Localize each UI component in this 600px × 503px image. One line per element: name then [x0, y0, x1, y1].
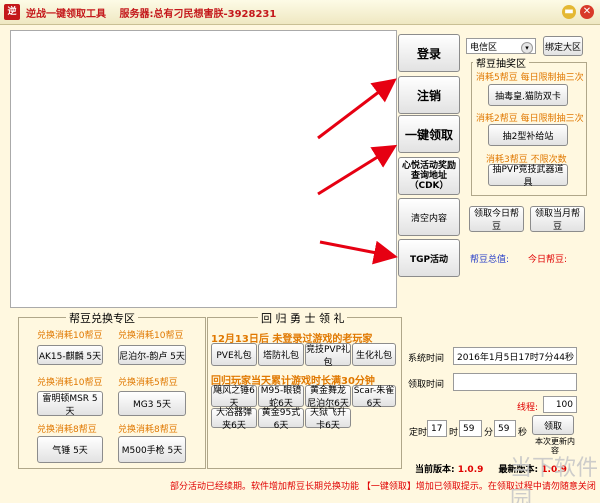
- tower-pack-button[interactable]: 塔防礼包: [258, 343, 304, 366]
- server-select-value: 电信区: [470, 42, 498, 53]
- exchange-button-3[interactable]: 雷明顿MSR 5天: [37, 391, 103, 417]
- exchange-title: 帮豆兑换专区: [66, 310, 138, 326]
- claim-time-field[interactable]: [453, 373, 577, 391]
- bean-total-label: 帮豆总值:: [470, 255, 510, 265]
- timer-label: 定时: [409, 428, 428, 438]
- exchange-note-1: 兑换消耗10帮豆: [37, 331, 103, 341]
- lottery-note-1: 消耗5帮豆 每日限制抽三次: [476, 73, 584, 83]
- reward-button-7[interactable]: 天狱飞升卡6天: [305, 408, 351, 431]
- exchange-note-6: 兑换消耗8帮豆: [118, 425, 178, 435]
- exchange-button-2[interactable]: 尼泊尔-韵卢 5天: [118, 345, 186, 365]
- app-window: 逆 逆战一键领取工具 服务器:总有刁民想害朕-3928231 ▬ ✕ 登录 注销…: [0, 0, 600, 503]
- reward-button-5[interactable]: 大浴器弹夹6天: [211, 408, 257, 431]
- reward-button-6[interactable]: 黄金95式6天: [258, 408, 304, 431]
- exchange-note-3: 兑换消耗10帮豆: [37, 378, 103, 388]
- lottery-button-3[interactable]: 抽PVP竞技武器道具: [488, 164, 568, 188]
- arrow-to-login: [317, 78, 397, 140]
- exchange-button-5[interactable]: 气锤 5天: [37, 436, 103, 463]
- lottery-button-1[interactable]: 抽毒皇.猫防双卡: [488, 84, 568, 106]
- chevron-down-icon: ▾: [521, 42, 533, 54]
- bio-pack-button[interactable]: 生化礼包: [352, 343, 396, 366]
- lottery-button-2[interactable]: 抽2型补给站: [488, 124, 568, 146]
- exchange-button-1[interactable]: AK15-麒麟 5天: [37, 345, 103, 365]
- server-select[interactable]: 电信区 ▾: [466, 38, 536, 54]
- watermark-logo: 当下软件园: [510, 456, 599, 503]
- bind-server-button[interactable]: 绑定大区: [543, 36, 583, 56]
- pvp-pack-button[interactable]: 竞技PVP礼包: [305, 343, 351, 368]
- thread-label: 线程:: [517, 403, 539, 413]
- second-label: 秒: [518, 428, 528, 438]
- pve-pack-button[interactable]: PVE礼包: [211, 343, 257, 366]
- minute-label: 分: [484, 428, 494, 438]
- system-time-field[interactable]: 2016年1月5日17时7分44秒: [453, 347, 577, 365]
- reward-button-3[interactable]: 黄金舞龙尼泊尔6天: [305, 385, 351, 409]
- exchange-button-4[interactable]: MG3 5天: [118, 391, 186, 416]
- system-time-label: 系统时间: [408, 354, 445, 364]
- return-gift-title: 回 归 勇 士 领 礼: [258, 310, 348, 326]
- claim-month-beans-button[interactable]: 领取当月帮豆: [530, 206, 585, 232]
- second-field[interactable]: 59: [494, 420, 516, 437]
- reward-button-2[interactable]: M95-眼镜蛇6天: [258, 385, 304, 409]
- lottery-title: 帮豆抽奖区: [473, 55, 529, 70]
- claim-today-beans-button[interactable]: 领取今日帮豆: [469, 206, 524, 232]
- hour-label: 时: [449, 428, 459, 438]
- arrow-to-claim-all: [317, 144, 398, 196]
- hour-field[interactable]: 17: [427, 420, 447, 437]
- claim-time-label: 领取时间: [408, 380, 445, 390]
- minute-field[interactable]: 59: [459, 420, 482, 437]
- bean-today-label: 今日帮豆:: [528, 255, 568, 265]
- timer-claim-button[interactable]: 领取: [532, 415, 574, 435]
- exchange-note-2: 兑换消耗10帮豆: [118, 331, 184, 341]
- reward-button-4[interactable]: Scar-朱雀6天: [352, 385, 396, 409]
- exchange-note-4: 兑换消耗5帮豆: [118, 378, 178, 388]
- current-version-label: 当前版本:: [415, 465, 455, 475]
- exchange-note-5: 兑换消耗8帮豆: [37, 425, 97, 435]
- exchange-button-6[interactable]: M500手枪 5天: [118, 436, 186, 463]
- current-version-value: 1.0.9: [457, 465, 484, 475]
- lottery-note-2: 消耗2帮豆 每日限制抽三次: [476, 114, 584, 124]
- arrow-to-tgp: [319, 240, 398, 265]
- reward-button-1[interactable]: 飓风之锤6天: [211, 385, 257, 409]
- thread-field[interactable]: 100: [543, 396, 577, 413]
- update-line-1: 本次更新内: [535, 437, 575, 446]
